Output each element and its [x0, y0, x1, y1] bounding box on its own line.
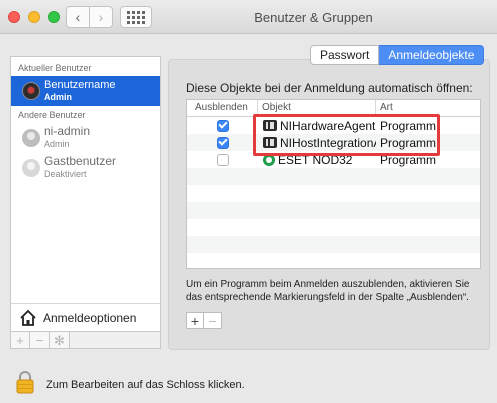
hide-checkbox[interactable] [216, 136, 229, 149]
ni-app-icon [263, 120, 277, 131]
title-bar: ‹ › Benutzer & Gruppen [0, 0, 497, 34]
table-row[interactable]: NIHostIntegrationA Programm [187, 134, 480, 151]
column-hide[interactable]: Ausblenden [187, 100, 258, 116]
eset-icon [263, 153, 275, 166]
ni-app-icon [263, 137, 277, 148]
login-options-label: Anmeldeoptionen [43, 311, 137, 325]
items-toolbar: + − [186, 312, 222, 329]
sidebar-toolbar: + − ✻ [10, 332, 161, 350]
user-role: Deaktiviert [44, 169, 87, 179]
lock-label: Zum Bearbeiten auf das Schloss klicken. [46, 379, 245, 391]
item-kind: Programm [380, 135, 437, 150]
item-name: NIHardwareAgent [280, 118, 376, 133]
item-name: NIHostIntegrationA [280, 135, 376, 150]
other-users-header: Andere Benutzer [18, 110, 86, 120]
empty-row [187, 219, 480, 236]
users-sidebar: Aktueller Benutzer Benutzername Admin An… [10, 56, 161, 332]
hide-checkbox[interactable] [216, 153, 229, 166]
remove-item-button[interactable]: − [204, 312, 222, 329]
tab-login-items[interactable]: Anmeldeobjekte [379, 45, 485, 65]
user-role: Admin [44, 139, 70, 149]
house-icon [20, 309, 36, 326]
tab-password[interactable]: Passwort [310, 45, 380, 65]
user-item-ni-admin[interactable]: ni-admin Admin [11, 123, 160, 153]
window-title: Benutzer & Gruppen [254, 10, 373, 25]
lock-icon[interactable] [16, 370, 34, 394]
user-name: Gastbenutzer [44, 154, 117, 168]
user-item-guest[interactable]: Gastbenutzer Deaktiviert [11, 153, 160, 183]
login-items-table: Ausblenden Objekt Art NIHardwareAgent Pr… [186, 99, 481, 269]
table-row[interactable]: NIHardwareAgent Programm [187, 117, 480, 134]
hint-text: Um ein Programm beim Anmelden auszublend… [186, 279, 470, 303]
empty-row [187, 253, 480, 268]
column-kind[interactable]: Art [376, 100, 480, 116]
item-kind: Programm [380, 152, 437, 167]
avatar [22, 129, 40, 147]
hide-checkbox[interactable] [216, 119, 229, 132]
gear-icon[interactable]: ✻ [50, 332, 70, 349]
table-header: Ausblenden Objekt Art [187, 100, 480, 117]
empty-row [187, 168, 480, 185]
remove-user-button[interactable]: − [30, 332, 50, 349]
empty-row [187, 236, 480, 253]
avatar [22, 82, 40, 100]
panel-heading: Diese Objekte bei der Anmeldung automati… [186, 81, 473, 95]
add-item-button[interactable]: + [186, 312, 204, 329]
toolbar-filler [70, 332, 161, 349]
user-name: Benutzername [44, 79, 116, 91]
empty-row [187, 202, 480, 219]
item-kind: Programm [380, 118, 437, 133]
add-user-button[interactable]: + [10, 332, 30, 349]
current-user-header: Aktueller Benutzer [18, 63, 92, 73]
user-name: ni-admin [44, 124, 91, 138]
avatar [22, 159, 40, 177]
column-item[interactable]: Objekt [258, 100, 376, 116]
login-options-item[interactable]: Anmeldeoptionen [11, 303, 160, 331]
item-name: ESET NOD32 [278, 152, 353, 167]
user-role: Admin [44, 92, 72, 102]
tab-bar: Passwort Anmeldeobjekte [310, 45, 485, 65]
user-item-current[interactable]: Benutzername Admin [11, 76, 160, 106]
table-row[interactable]: ESET NOD32 Programm [187, 151, 480, 168]
empty-row [187, 185, 480, 202]
